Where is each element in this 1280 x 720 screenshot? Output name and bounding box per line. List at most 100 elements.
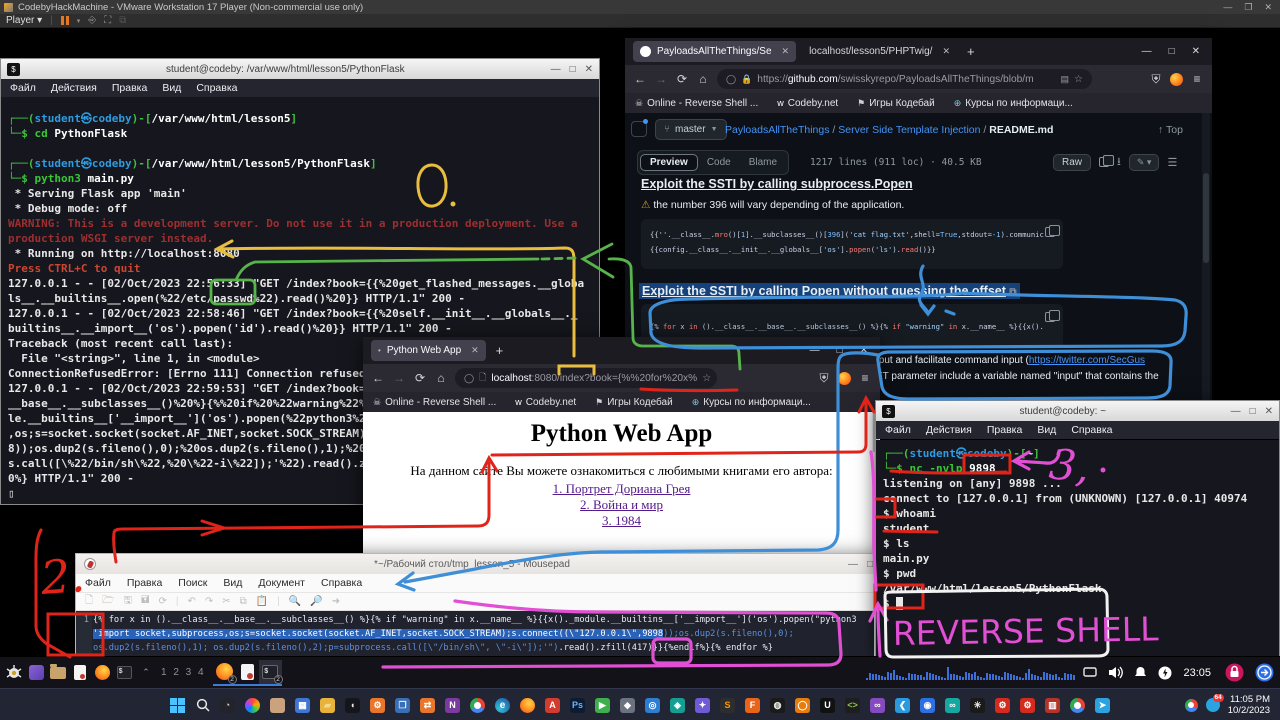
winbar-wheel-icon[interactable]	[244, 697, 261, 714]
winbar-settings-icon[interactable]: ⚙	[369, 697, 386, 714]
github-close[interactable]: ✕	[1192, 46, 1200, 57]
taskbar-firefox-running[interactable]: 2	[213, 660, 236, 686]
winbar-search-icon[interactable]	[194, 697, 211, 714]
search-replace-icon[interactable]: 🔎	[310, 596, 322, 607]
webapp-maximize[interactable]: □	[837, 345, 843, 356]
winbar-gauge-icon[interactable]: ◔	[219, 697, 236, 714]
notifications-bell-icon[interactable]	[1134, 666, 1147, 679]
undo-icon[interactable]: ↶	[187, 596, 195, 607]
terminal1-maximize[interactable]: □	[570, 64, 576, 75]
menu-Поиск[interactable]: Поиск	[178, 577, 207, 589]
winbar-maps-icon[interactable]: ◉	[919, 697, 936, 714]
github-urlbar[interactable]: ◯ 🔒 https://github.com/swisskyrepo/Paylo…	[717, 69, 1092, 89]
vm-start-menu-icon[interactable]	[3, 660, 25, 686]
tab-payloadsallthethings[interactable]: PayloadsAllTheThings/Se✕	[633, 41, 796, 62]
menu-Действия[interactable]: Действия	[926, 424, 972, 436]
github-minimize[interactable]: —	[1142, 46, 1152, 57]
edit-button[interactable]: ✎ ▾	[1129, 154, 1160, 171]
winbar-media-icon[interactable]: ◖	[344, 697, 361, 714]
pocket-icon[interactable]: ⛨	[1149, 72, 1163, 87]
reload-icon[interactable]: ⟳	[413, 371, 427, 385]
terminal1-minimize[interactable]: —	[551, 64, 561, 75]
search-icon[interactable]: 🔍	[289, 596, 301, 607]
tab-close-icon[interactable]: ✕	[782, 46, 790, 57]
winbar-codeby-icon[interactable]: ∞	[944, 697, 961, 714]
windows-clock[interactable]: 11:05 PM10/2/2023	[1228, 694, 1270, 716]
expand-icons-caret[interactable]: ⌃	[135, 660, 157, 686]
branch-selector[interactable]: ⑂master▼	[655, 119, 727, 140]
tab-code[interactable]: Code	[698, 155, 740, 170]
bookmark-star-icon[interactable]: ☆	[702, 373, 711, 384]
forward-icon[interactable]: →	[392, 371, 406, 385]
winbar-calendar-icon[interactable]: ▦	[294, 697, 311, 714]
save-as-icon[interactable]: 🖬	[141, 593, 150, 610]
download-icon[interactable]: ⭳	[1117, 153, 1121, 172]
bookmark-Курсы по информаци...[interactable]: ⊕Курсы по информаци...	[692, 397, 811, 408]
forward-icon[interactable]: →	[654, 72, 668, 86]
winbar-firefox-icon[interactable]	[519, 697, 536, 714]
book-link-2[interactable]: 2. Война и мир	[363, 497, 880, 513]
bookmark-Online - Reverse Shell ...[interactable]: ☠Online - Reverse Shell ...	[635, 98, 758, 109]
winbar-onenote-icon[interactable]: N	[444, 697, 461, 714]
winbar-chrome-a-icon[interactable]	[1069, 697, 1086, 714]
terminal2-close[interactable]: ✕	[1265, 406, 1273, 417]
bookmark-Online - Reverse Shell ...[interactable]: ☠Online - Reverse Shell ...	[373, 397, 496, 408]
screen-lock-icon[interactable]	[1225, 663, 1244, 682]
outline-icon[interactable]: ☰	[1167, 156, 1177, 169]
back-icon[interactable]: ←	[633, 72, 647, 86]
mousepad-minimize[interactable]: —	[848, 559, 858, 570]
winbar-sublime-icon[interactable]: S	[719, 697, 736, 714]
tab-close-icon[interactable]: ✕	[942, 46, 950, 57]
terminal2-maximize[interactable]: □	[1250, 406, 1256, 417]
back-to-top-link[interactable]: ↑ Top	[1158, 124, 1183, 136]
bookmark-Codeby.net[interactable]: wCodeby.net	[515, 397, 576, 408]
twitter-link[interactable]: https://twitter.com/SecGus	[1029, 355, 1145, 366]
volume-icon[interactable]	[1108, 666, 1123, 679]
webapp-close[interactable]: ✕	[860, 345, 868, 356]
cut-icon[interactable]: ✂	[222, 596, 230, 607]
new-tab-button[interactable]: +	[967, 44, 975, 59]
pocket-icon[interactable]: ⛨	[817, 371, 831, 386]
vmware-player-menu[interactable]: Player ▾	[6, 15, 42, 26]
reload-icon[interactable]: ⟳	[675, 72, 689, 86]
copy-code-icon[interactable]	[1045, 227, 1055, 237]
reader-icon[interactable]: ▤	[1061, 74, 1070, 85]
menu-Правка[interactable]: Правка	[987, 424, 1022, 436]
paste-icon[interactable]: 📋	[256, 596, 268, 607]
winbar-folder-icon[interactable]: ▰	[319, 697, 336, 714]
reload-icon[interactable]: ⟳	[158, 596, 166, 607]
firefox-account-icon[interactable]	[1170, 73, 1183, 86]
copy-icon[interactable]: ⧉	[240, 596, 247, 607]
terminal1-titlebar[interactable]: $ student@codeby: /var/www/html/lesson5/…	[1, 59, 599, 79]
menu-Справка[interactable]: Справка	[1071, 424, 1112, 436]
bookmark-Игры Кодебай[interactable]: ⚑Игры Кодебай	[857, 98, 935, 109]
winbar-start-icon[interactable]	[169, 697, 186, 714]
save-icon[interactable]: 🖫	[123, 593, 132, 610]
new-tab-button[interactable]: +	[496, 343, 504, 358]
vmware-pause-button[interactable]	[61, 16, 69, 25]
winbar-teal-app-icon[interactable]: ◈	[669, 697, 686, 714]
breadcrumb-folder[interactable]: Server Side Template Injection	[838, 124, 980, 136]
winbar-gear-red-icon[interactable]: ⚙	[994, 697, 1011, 714]
github-maximize[interactable]: □	[1169, 46, 1175, 57]
menu-Файл[interactable]: Файл	[85, 577, 111, 589]
heading-popen-offset[interactable]: Exploit the SSTI by calling Popen withou…	[639, 283, 1020, 299]
terminal2-output[interactable]: ┌──(student㉿codeby)-[~]└─$ nc -nvlp 9898…	[876, 440, 1279, 657]
winbar-gear-red-2-icon[interactable]: ⚙	[1019, 697, 1036, 714]
winbar-red-tool-icon[interactable]: ▥	[1044, 697, 1061, 714]
bookmark-Игры Кодебай[interactable]: ⚑Игры Кодебай	[595, 397, 673, 408]
winbar-gray-app-icon[interactable]: ◆	[619, 697, 636, 714]
workspace-app-icon[interactable]	[25, 660, 47, 686]
bookmark-Курсы по информаци...[interactable]: ⊕Курсы по информаци...	[954, 98, 1073, 109]
winbar-vs-green-icon[interactable]: <>	[844, 697, 861, 714]
terminal2-minimize[interactable]: —	[1231, 406, 1241, 417]
menu-Действия[interactable]: Действия	[51, 82, 97, 94]
winbar-spider-icon[interactable]: ✳	[969, 697, 986, 714]
winbar-cube-icon[interactable]: ❒	[394, 697, 411, 714]
file-manager-icon[interactable]	[47, 660, 69, 686]
winbar-unity-icon[interactable]: ◍	[769, 697, 786, 714]
winbar-chrome-icon[interactable]	[469, 697, 486, 714]
firefox-account-icon[interactable]	[838, 372, 851, 385]
goto-icon[interactable]: ➜	[332, 596, 340, 607]
menu-Правка[interactable]: Правка	[112, 82, 147, 94]
